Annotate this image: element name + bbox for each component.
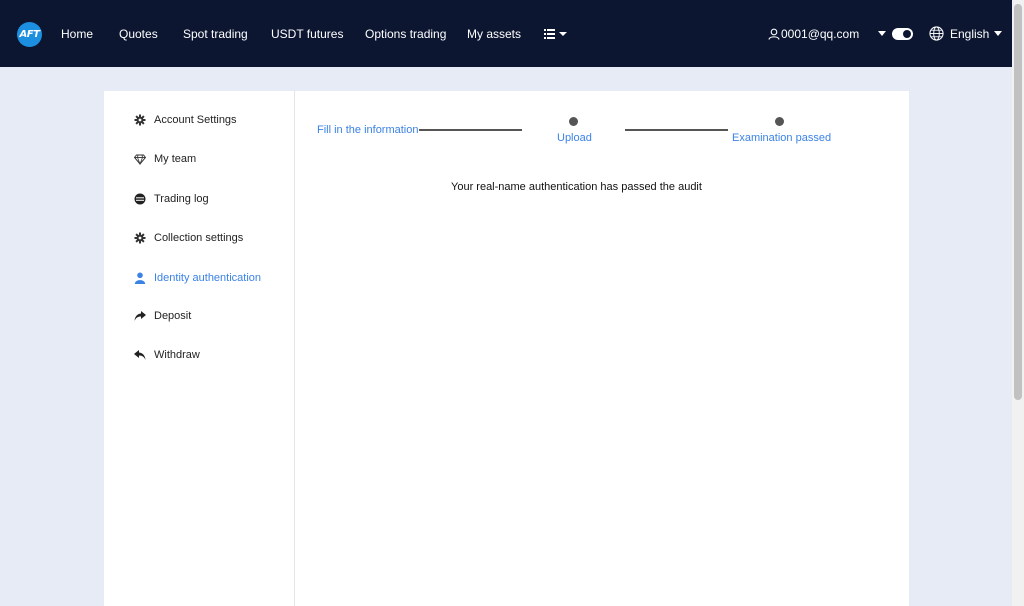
- nav-usdt-futures[interactable]: USDT futures: [271, 27, 343, 41]
- nav-options-trading[interactable]: Options trading: [365, 27, 446, 41]
- gear-icon: [134, 232, 146, 244]
- globe-icon: [929, 26, 944, 41]
- status-message: Your real-name authentication has passed…: [451, 181, 702, 193]
- step-upload: Upload: [557, 132, 592, 144]
- user-account[interactable]: 0001@qq.com: [768, 27, 859, 41]
- user-email: 0001@qq.com: [781, 27, 860, 41]
- step-dot-examination: [775, 117, 784, 126]
- step-connector: [625, 129, 728, 131]
- sidebar-item-trading-log[interactable]: Trading log: [134, 191, 209, 207]
- nav-spot-trading[interactable]: Spot trading: [183, 27, 248, 41]
- sidebar-item-collection-settings[interactable]: Collection settings: [134, 230, 243, 246]
- sidebar-item-label: Account Settings: [154, 114, 237, 126]
- step-connector: [419, 129, 522, 131]
- list-menu-icon[interactable]: [544, 28, 568, 40]
- reply-arrow-icon: [134, 350, 146, 360]
- nav-quotes[interactable]: Quotes: [119, 27, 158, 41]
- theme-toggle[interactable]: [892, 28, 913, 40]
- sidebar-item-identity-authentication[interactable]: Identity authentication: [134, 270, 261, 286]
- chevron-down-icon[interactable]: [878, 31, 886, 36]
- sidebar-item-deposit[interactable]: Deposit: [134, 308, 191, 324]
- log-icon: [134, 193, 146, 205]
- step-examination-passed: Examination passed: [732, 132, 832, 144]
- step-dot-upload: [569, 117, 578, 126]
- sidebar-item-label: Trading log: [154, 193, 209, 205]
- nav-my-assets[interactable]: My assets: [467, 27, 521, 41]
- sidebar-item-label: Withdraw: [154, 349, 200, 361]
- top-navigation-bar: AFT Home Quotes Spot trading USDT future…: [0, 0, 1012, 67]
- sidebar-item-label: Deposit: [154, 310, 192, 322]
- user-icon: [134, 272, 146, 284]
- language-label: English: [950, 26, 990, 41]
- sidebar: Account Settings My team Trading log Col…: [104, 91, 295, 606]
- share-arrow-icon: [134, 311, 146, 321]
- page-scrollbar[interactable]: [1012, 0, 1024, 606]
- gear-icon: [134, 114, 146, 126]
- sidebar-item-label: My team: [154, 153, 197, 165]
- logo-text: AFT: [19, 29, 40, 40]
- user-outline-icon: [768, 28, 780, 40]
- main-card: Account Settings My team Trading log Col…: [104, 91, 909, 606]
- sidebar-item-my-team[interactable]: My team: [134, 151, 196, 167]
- sidebar-item-label: Collection settings: [154, 232, 244, 244]
- diamond-icon: [134, 154, 146, 165]
- step-fill-information: Fill in the information: [317, 124, 419, 136]
- sidebar-item-label: Identity authentication: [154, 272, 262, 284]
- sidebar-item-withdraw[interactable]: Withdraw: [134, 347, 200, 363]
- nav-home[interactable]: Home: [61, 27, 93, 41]
- sidebar-item-account-settings[interactable]: Account Settings: [134, 112, 237, 128]
- chevron-down-icon: [994, 31, 1003, 36]
- logo[interactable]: AFT: [17, 22, 42, 47]
- scrollbar-thumb[interactable]: [1014, 4, 1022, 400]
- toggle-knob: [903, 30, 911, 38]
- language-selector[interactable]: English: [929, 26, 1003, 41]
